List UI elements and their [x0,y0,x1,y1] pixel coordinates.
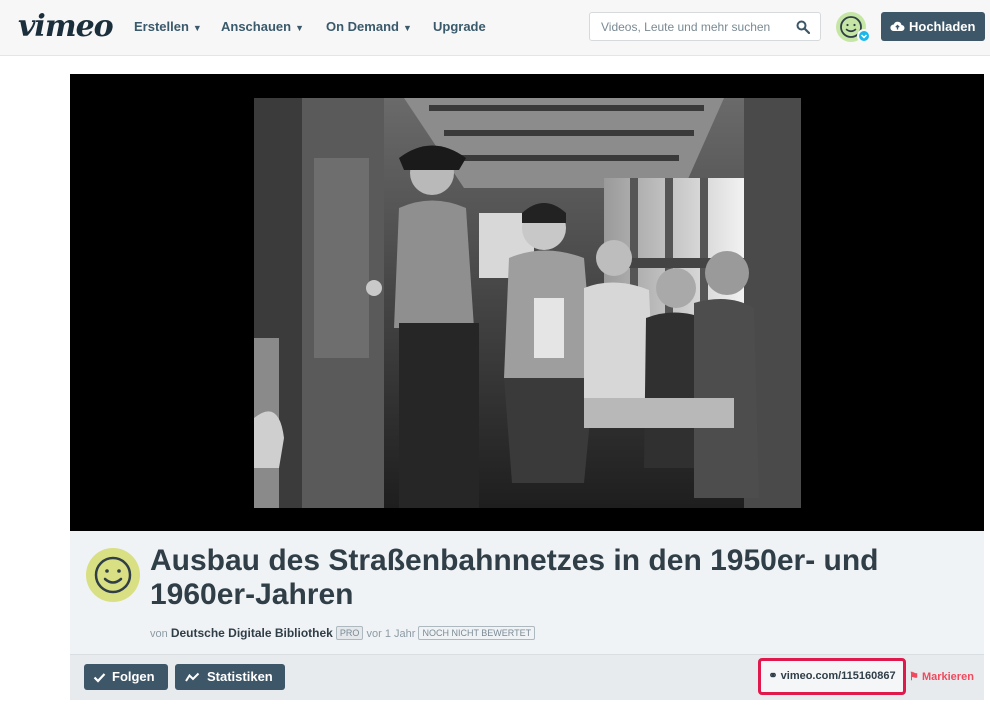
statistics-button[interactable]: Statistiken [175,664,285,690]
smiley-face-icon [94,556,132,594]
byline: von Deutsche Digitale Bibliothek PRO vor… [150,626,536,640]
upload-button-label: Hochladen [909,19,976,34]
nav-anschauen[interactable]: Anschauen ▼ [221,19,304,34]
cloud-upload-icon [890,21,905,31]
nav-on-demand[interactable]: On Demand ▼ [326,19,412,34]
nav-erstellen-label: Erstellen [134,19,189,34]
vimeo-logo[interactable]: vimeo [18,9,114,44]
chevron-down-icon [860,34,868,39]
avatar-menu-badge[interactable] [857,29,871,43]
link-icon: ⚭ [768,670,778,682]
follow-button[interactable]: Folgen [84,664,168,690]
flag-link-label: Markieren [921,671,974,683]
search-icon[interactable] [796,20,810,34]
checkmark-icon [93,673,106,683]
short-url-link[interactable]: ⚭ vimeo.com/115160867 [758,658,906,695]
upload-button[interactable]: Hochladen [881,12,985,41]
search-box[interactable] [589,12,821,41]
top-navigation: vimeo Erstellen ▼ Anschauen ▼ On Demand ▼ U… [0,0,990,56]
short-url-text: vimeo.com/115160867 [780,670,896,682]
nav-on-demand-label: On Demand [326,19,399,34]
video-title: Ausbau des Straßenbahnnetzes in den 1950… [150,544,879,611]
action-bar: Folgen Statistiken ⚭ vimeo.com/115160867… [70,654,984,700]
chevron-down-icon: ▼ [192,23,202,33]
byline-prefix: von [150,628,168,640]
video-meta: Ausbau des Straßenbahnnetzes in den 1950… [70,531,984,654]
stats-graph-icon [185,672,200,682]
video-player[interactable] [70,74,984,531]
pro-badge: PRO [335,626,364,640]
nav-anschauen-label: Anschauen [221,19,292,34]
search-input[interactable] [599,19,793,35]
chevron-down-icon: ▼ [295,23,304,33]
follow-button-label: Folgen [112,669,155,684]
owner-link[interactable]: Deutsche Digitale Bibliothek [171,626,333,640]
chevron-down-icon: ▼ [402,23,412,33]
owner-avatar[interactable] [86,548,140,602]
video-frame[interactable] [254,98,801,508]
nav-upgrade-label: Upgrade [433,19,486,34]
statistics-button-label: Statistiken [207,669,273,684]
nav-erstellen[interactable]: Erstellen ▼ [134,19,202,34]
video-still-image [254,98,801,508]
nav-upgrade[interactable]: Upgrade [433,19,486,34]
flag-link[interactable]: ⚑ Markieren [909,670,974,683]
video-age: vor 1 Jahr [366,628,416,640]
rating-badge: NOCH NICHT BEWERTET [418,626,536,640]
flag-icon: ⚑ [909,671,919,683]
